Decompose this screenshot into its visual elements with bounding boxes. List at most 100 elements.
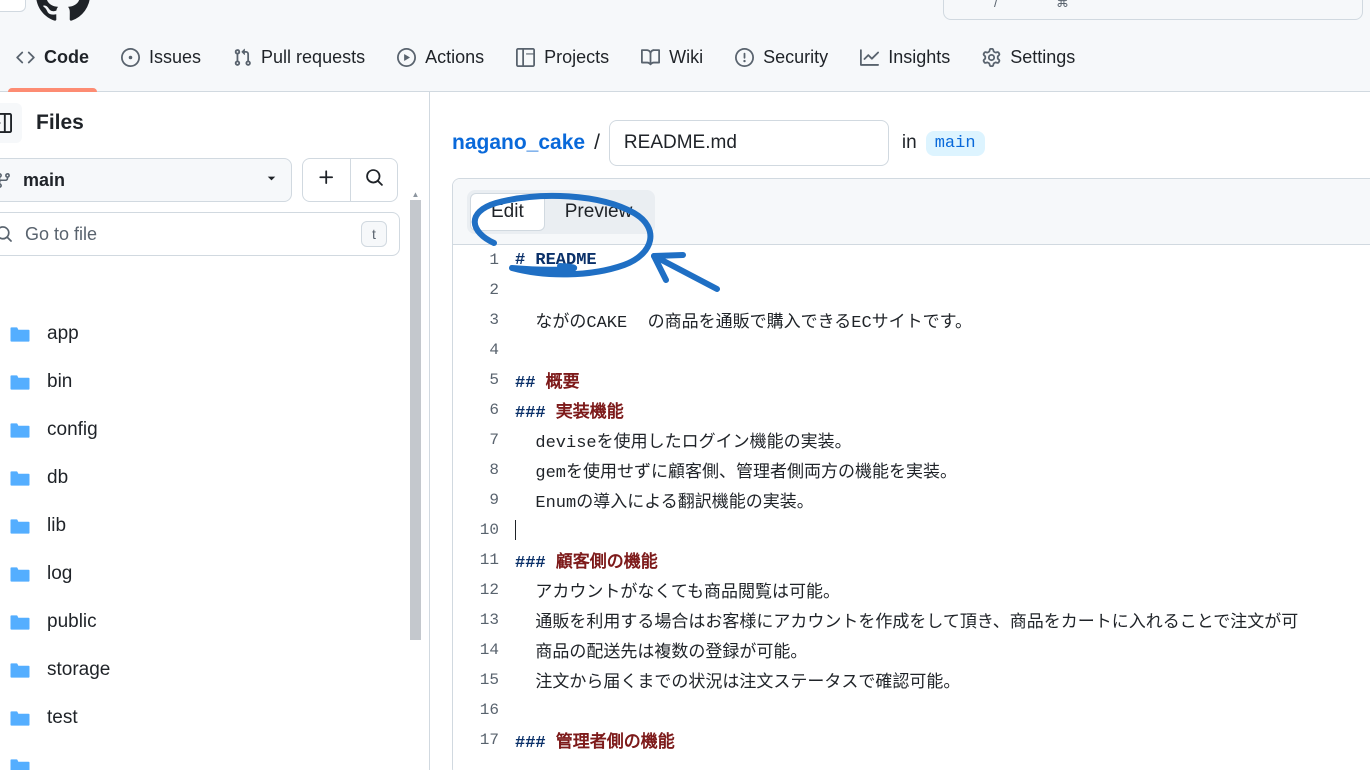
list-item[interactable]: bin [0,358,429,406]
issue-opened-icon [121,47,140,67]
code-line: 11 ### 顧客側の機能 [453,545,1370,575]
repo-nav-tab-security[interactable]: Security [719,22,844,92]
folder-icon [8,325,32,344]
breadcrumb-repo-link[interactable]: nagano_cake [452,131,585,155]
branch-controls-row: main [0,158,429,202]
editor-toolbar: Edit Preview [453,179,1370,245]
list-item-partial[interactable] [0,742,429,770]
markdown-marker: ### [515,404,546,423]
github-logo-icon[interactable] [36,0,90,22]
search-files-button[interactable] [350,159,397,201]
folder-icon [8,373,32,392]
code-line: 10 [453,515,1370,545]
sidebar-collapse-icon[interactable] [0,103,22,143]
list-item[interactable]: db [0,454,429,502]
markdown-marker: # [515,250,526,270]
list-item[interactable]: config [0,406,429,454]
list-item[interactable]: public [0,598,429,646]
filename-input[interactable] [608,120,889,166]
line-content: 注文から届くまでの状況は注文ステータスで確認可能。 [515,674,961,693]
code-line: 16 [453,695,1370,725]
repo-nav-tab-issues[interactable]: Issues [105,22,217,92]
repo-nav-tab-code[interactable]: Code [0,22,105,92]
repo-nav-tab-wiki[interactable]: Wiki [625,22,719,92]
line-number: 3 [489,311,499,329]
code-line: 15 注文から届くまでの状況は注文ステータスで確認可能。 [453,665,1370,695]
line-content: 顧客側の機能 [545,554,658,573]
global-header-bar: / ⌘ [0,0,1370,22]
code-line: 8 gemを使用せずに顧客側、管理者側両方の機能を実装。 [453,455,1370,485]
line-number: 4 [489,341,499,359]
files-header: Files [0,92,429,154]
add-file-button[interactable] [303,159,350,201]
code-line: 7 deviseを使用したログイン機能の実装。 [453,425,1370,455]
line-number: 14 [479,641,499,659]
repo-nav-tab-projects[interactable]: Projects [500,22,625,92]
line-number: 15 [479,671,499,689]
folder-icon [8,517,32,536]
folder-icon [8,469,32,488]
tab-edit[interactable]: Edit [470,192,545,231]
code-editor-textarea[interactable]: 1 # README 2 3 ながのCAKE の商品を通販で購入できるECサイト… [453,245,1370,770]
editor-card: Edit Preview 1 # README 2 3 ながのCAKE の商品を… [452,178,1370,770]
sidebar-action-buttons [302,158,398,202]
go-to-file-input[interactable]: Go to file t [0,212,400,256]
code-line: 3 ながのCAKE の商品を通販で購入できるECサイトです。 [453,305,1370,335]
branch-name-label: main [23,169,66,190]
shield-alert-icon [735,47,755,67]
triangle-up-icon[interactable]: ▲ [410,188,421,200]
code-line: 9 Enumの導入による翻訳機能の実装。 [453,485,1370,515]
breadcrumb: nagano_cake / in main [430,92,1370,170]
list-item[interactable]: log [0,550,429,598]
edit-preview-tab-group: Edit Preview [467,189,656,234]
branch-selector-button[interactable]: main [0,158,292,202]
list-item[interactable]: lib [0,502,429,550]
folder-icon [8,613,32,632]
line-content: ながのCAKE の商品を通販で購入できるECサイトです。 [515,314,972,333]
chevron-down-icon [264,170,279,191]
line-content: gemを使用せずに顧客側、管理者側両方の機能を実装。 [515,464,958,483]
line-number: 13 [479,611,499,629]
line-number: 10 [479,521,499,539]
folder-icon [8,757,32,770]
git-pull-request-icon [233,48,252,67]
code-line: 17 ### 管理者側の機能 [453,725,1370,755]
list-item[interactable]: test [0,694,429,742]
sidebar-scrollbar-thumb[interactable] [410,200,421,640]
hamburger-menu-icon[interactable] [0,0,26,12]
line-content: Enumの導入による翻訳機能の実装。 [515,494,814,513]
play-circle-icon [397,47,417,67]
line-content: アカウントがなくても商品閲覧は可能。 [515,584,841,603]
search-icon [365,168,384,192]
line-content: README [525,250,597,270]
repo-nav-tab-actions[interactable]: Actions [381,22,500,92]
line-content: 管理者側の機能 [545,734,675,753]
global-search-box[interactable]: / ⌘ [943,0,1363,20]
repo-nav-tab-settings[interactable]: Settings [966,22,1091,92]
file-tree-list: app bin config db lib log public storage… [0,310,429,770]
list-item[interactable]: storage [0,646,429,694]
line-number: 6 [489,401,499,419]
file-tree-item-name: config [47,419,98,440]
main-content-area: Files main Go to file t app bin config d… [0,92,1370,770]
line-number: 1 [489,251,499,269]
markdown-marker: ### [515,554,546,573]
git-branch-icon [0,172,12,189]
repo-nav-tab-label: Wiki [669,46,704,67]
markdown-marker: ### [515,734,546,753]
list-item[interactable]: app [0,310,429,358]
tab-edit-label: Edit [491,200,524,222]
repo-nav-tab-label: Pull requests [261,46,366,67]
repo-nav-tab-label: Code [44,46,89,67]
go-to-file-placeholder: Go to file [25,223,98,244]
github-file-editor-screen: / ⌘ Code Issues Pull requests Actions Pr… [0,0,1370,770]
repo-nav-tab-pull-requests[interactable]: Pull requests [217,22,381,92]
line-number: 5 [489,371,499,389]
tab-preview[interactable]: Preview [545,193,653,231]
repo-nav-tab-insights[interactable]: Insights [844,22,966,92]
line-number: 2 [489,281,499,299]
code-icon [16,48,35,67]
file-tree-item-name: lib [47,515,67,536]
file-tree-item-name: bin [47,371,73,392]
code-line: 5 ## 概要 [453,365,1370,395]
